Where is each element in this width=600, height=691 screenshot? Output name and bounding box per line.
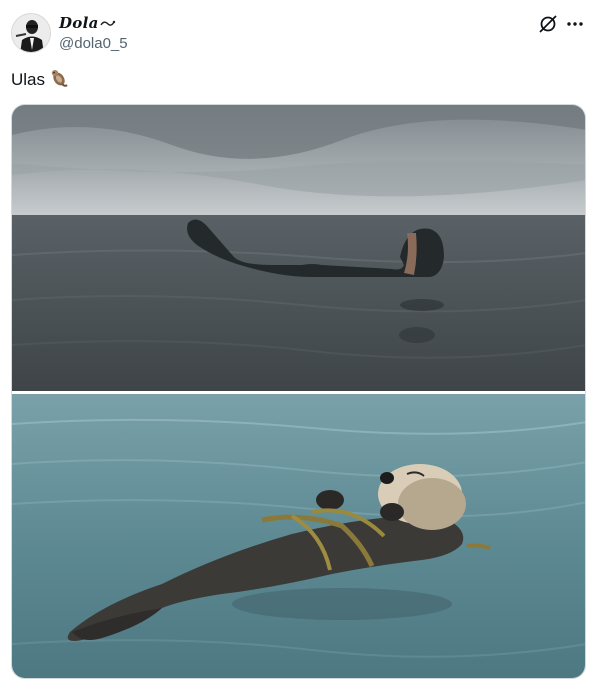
display-name-row[interactable]: Dola [59,14,128,33]
photo-man-floating[interactable] [12,105,585,391]
more-icon[interactable] [564,13,586,35]
otter-emoji-icon [49,68,69,94]
name-flourish-icon [100,15,116,33]
media-grid [11,104,586,679]
tweet-header: Dola @dola0_5 [11,13,589,55]
tweet: Dola @dola0_5 Ulas [0,0,600,691]
tweet-text-content: Ulas [11,70,46,89]
tweet-text: Ulas [11,68,69,94]
avatar[interactable] [11,13,51,53]
grok-icon[interactable] [537,13,559,35]
handle[interactable]: @dola0_5 [59,34,128,54]
display-name[interactable]: Dola [59,14,99,32]
author-names: Dola @dola0_5 [59,14,128,54]
photo-sea-otter[interactable] [12,394,585,678]
